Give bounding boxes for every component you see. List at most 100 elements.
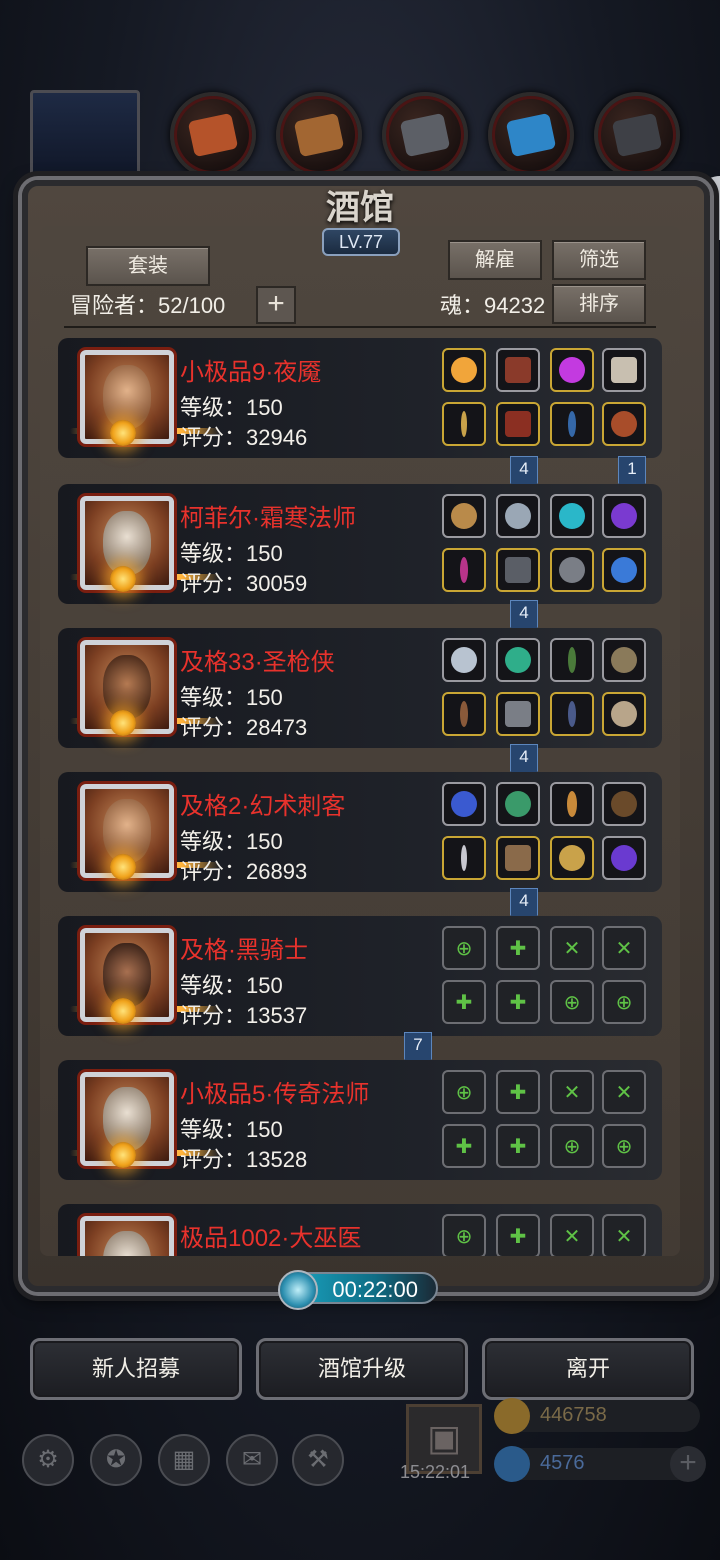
forge-icon[interactable]: ⚒ bbox=[292, 1434, 344, 1486]
hero-card[interactable]: 小极品9·夜魇 等级：150 评分：32946 bbox=[58, 338, 662, 458]
hero-list[interactable]: 小极品9·夜魇 等级：150 评分：32946 4 1 柯菲尔·霜寒法师 等级：… bbox=[58, 338, 662, 1256]
empty-slot-icon[interactable]: ⊕ bbox=[442, 1214, 486, 1256]
equip-slot[interactable] bbox=[550, 402, 594, 446]
dismiss-button[interactable]: 解雇 bbox=[448, 240, 542, 280]
equip-slot[interactable] bbox=[496, 548, 540, 592]
hero-name: 极品1002·大巫医 bbox=[180, 1225, 362, 1252]
empty-slot-icon[interactable]: ⊕ bbox=[550, 980, 594, 1024]
filter-button[interactable]: 筛选 bbox=[552, 240, 646, 280]
equip-slot[interactable] bbox=[442, 494, 486, 538]
add-capacity-button[interactable]: + bbox=[256, 286, 296, 324]
star-badge-icon bbox=[110, 1142, 136, 1168]
equip-slot[interactable] bbox=[496, 494, 540, 538]
equip-slot[interactable] bbox=[550, 836, 594, 880]
hero-name: 小极品9·夜魇 bbox=[180, 359, 322, 386]
empty-slot-icon[interactable]: ⊕ bbox=[602, 980, 646, 1024]
empty-slot-icon[interactable]: ⊕ bbox=[442, 1070, 486, 1114]
equip-slot[interactable] bbox=[602, 782, 646, 826]
equip-slot[interactable] bbox=[602, 692, 646, 736]
leave-button[interactable]: 离开 bbox=[482, 1338, 694, 1400]
equip-slot[interactable] bbox=[602, 638, 646, 682]
hero-avatar[interactable] bbox=[80, 1216, 174, 1256]
equip-slot[interactable] bbox=[602, 494, 646, 538]
hero-score: 评分：13537 bbox=[180, 1003, 308, 1028]
badge-icon[interactable]: ✪ bbox=[90, 1434, 142, 1486]
hero-card[interactable]: 及格33·圣枪侠 等级：150 评分：28473 bbox=[58, 628, 662, 748]
equip-slot[interactable] bbox=[496, 638, 540, 682]
tavern-upgrade-button[interactable]: 酒馆升级 bbox=[256, 1338, 468, 1400]
empty-slot-icon[interactable]: ✕ bbox=[550, 1214, 594, 1256]
gem-amount: 4576 bbox=[540, 1452, 585, 1474]
equip-slot[interactable] bbox=[550, 548, 594, 592]
hero-card[interactable]: 及格2·幻术刺客 等级：150 评分：26893 bbox=[58, 772, 662, 892]
empty-slot-icon[interactable]: ✚ bbox=[442, 1124, 486, 1168]
hero-score: 评分：13528 bbox=[180, 1147, 308, 1172]
equip-slot[interactable] bbox=[550, 692, 594, 736]
star-badge-icon bbox=[110, 566, 136, 592]
empty-slot-icon[interactable]: ✚ bbox=[496, 1124, 540, 1168]
equip-slot[interactable] bbox=[550, 782, 594, 826]
equip-slot[interactable] bbox=[442, 402, 486, 446]
suit-button[interactable]: 套装 bbox=[86, 246, 210, 286]
hero-card[interactable]: 及格·黑骑士 等级：150 评分：13537 ⊕ ✚ ✕ ✕ ✚ ✚ ⊕ ⊕ bbox=[58, 916, 662, 1036]
empty-slot-icon[interactable]: ⊕ bbox=[550, 1124, 594, 1168]
gold-icon bbox=[494, 1398, 530, 1434]
equip-slot[interactable] bbox=[442, 638, 486, 682]
empty-slot-icon[interactable]: ✕ bbox=[602, 1214, 646, 1256]
empty-slot-icon[interactable]: ✚ bbox=[496, 1070, 540, 1114]
equip-slot[interactable] bbox=[602, 402, 646, 446]
hero-card[interactable]: 柯菲尔·霜寒法师 等级：150 评分：30059 bbox=[58, 484, 662, 604]
divider bbox=[64, 326, 656, 328]
hero-score: 评分：30059 bbox=[180, 571, 308, 596]
equip-slot[interactable] bbox=[442, 348, 486, 392]
empty-slot-icon[interactable]: ✕ bbox=[550, 1070, 594, 1114]
equip-slot[interactable] bbox=[442, 836, 486, 880]
gold-amount: 446758 bbox=[540, 1404, 607, 1426]
empty-slot-icon[interactable]: ✚ bbox=[496, 1214, 540, 1256]
gift-timer: 15:22:01 bbox=[400, 1462, 471, 1482]
add-gem-button[interactable]: + bbox=[670, 1446, 706, 1482]
equip-slot[interactable] bbox=[602, 836, 646, 880]
iron-icon[interactable] bbox=[382, 92, 468, 178]
sort-button[interactable]: 排序 bbox=[552, 284, 646, 324]
equip-slot[interactable] bbox=[496, 692, 540, 736]
crystal-icon[interactable] bbox=[488, 92, 574, 178]
star-badge-icon bbox=[110, 854, 136, 880]
wood-icon[interactable] bbox=[276, 92, 362, 178]
equip-slot[interactable] bbox=[550, 494, 594, 538]
equip-slot[interactable] bbox=[496, 402, 540, 446]
empty-slot-icon[interactable]: ⊕ bbox=[442, 926, 486, 970]
mail-icon[interactable]: ✉ bbox=[226, 1434, 278, 1486]
panel-title: 酒馆 bbox=[326, 188, 394, 228]
empty-slot-icon[interactable]: ✚ bbox=[442, 980, 486, 1024]
empty-slot-icon[interactable]: ✕ bbox=[602, 1070, 646, 1114]
equip-slot[interactable] bbox=[442, 548, 486, 592]
hero-card[interactable]: 极品1002·大巫医 ⊕ ✚ ✕ ✕ bbox=[58, 1204, 662, 1256]
hero-level: 等级：150 bbox=[180, 395, 283, 420]
equip-slot[interactable] bbox=[496, 836, 540, 880]
equip-slot[interactable] bbox=[550, 638, 594, 682]
hero-card[interactable]: 小极品5·传奇法师 等级：150 评分：13528 ⊕ ✚ ✕ ✕ ✚ ✚ ⊕ … bbox=[58, 1060, 662, 1180]
gear-icon[interactable]: ⚙ bbox=[22, 1434, 74, 1486]
empty-slot-icon[interactable]: ⊕ bbox=[602, 1124, 646, 1168]
star-badge-icon bbox=[110, 998, 136, 1024]
hero-level: 等级：150 bbox=[180, 685, 283, 710]
equip-slot[interactable] bbox=[550, 348, 594, 392]
equip-slot[interactable] bbox=[602, 348, 646, 392]
equip-slot[interactable] bbox=[442, 782, 486, 826]
empty-slot-icon[interactable]: ✚ bbox=[496, 980, 540, 1024]
empty-slot-icon[interactable]: ✚ bbox=[496, 926, 540, 970]
stone-icon[interactable] bbox=[594, 92, 680, 178]
equip-slot[interactable] bbox=[496, 782, 540, 826]
map-icon[interactable]: ▦ bbox=[158, 1434, 210, 1486]
leather-icon[interactable] bbox=[170, 92, 256, 178]
equip-slot[interactable] bbox=[602, 548, 646, 592]
adventurer-count: 冒险者：52/100 bbox=[70, 293, 226, 318]
player-portrait[interactable] bbox=[30, 90, 140, 192]
equip-slot[interactable] bbox=[442, 692, 486, 736]
empty-slot-icon[interactable]: ✕ bbox=[550, 926, 594, 970]
empty-slot-icon[interactable]: ✕ bbox=[602, 926, 646, 970]
equip-slot[interactable] bbox=[496, 348, 540, 392]
recruit-button[interactable]: 新人招募 bbox=[30, 1338, 242, 1400]
hero-name: 柯菲尔·霜寒法师 bbox=[180, 505, 356, 532]
